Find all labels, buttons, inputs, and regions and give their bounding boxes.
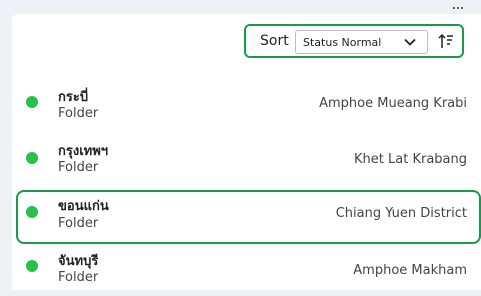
status-dot-icon: [26, 152, 38, 164]
item-name: กระบี่: [58, 90, 89, 105]
item-type: Folder: [58, 106, 99, 121]
list-item[interactable]: จันทบุรี Folder Amphoe Makham: [12, 248, 481, 296]
status-dot-icon: [26, 96, 38, 108]
item-name: ขอนแก่น: [58, 199, 109, 214]
sort-select[interactable]: Status Normal: [295, 30, 428, 54]
item-type: Folder: [58, 160, 99, 175]
more-dots-icon[interactable]: [452, 5, 464, 11]
status-dot-icon: [26, 260, 38, 272]
item-type: Folder: [58, 216, 99, 231]
item-location: Amphoe Makham: [353, 263, 467, 278]
item-location: Amphoe Mueang Krabi: [319, 96, 467, 111]
item-location: Khet Lat Krabang: [354, 152, 467, 167]
item-name: กรุงเทพฯ: [58, 144, 109, 159]
list-item-selected[interactable]: ขอนแก่น Folder Chiang Yuen District: [12, 192, 481, 240]
sort-select-value: Status Normal: [303, 36, 382, 49]
sort-descending-icon[interactable]: [438, 33, 454, 49]
chevron-down-icon: [404, 38, 416, 46]
item-type: Folder: [58, 270, 99, 285]
status-dot-icon: [26, 206, 38, 218]
sort-label: Sort: [260, 33, 289, 49]
item-name: จันทบุรี: [58, 254, 99, 269]
list-item[interactable]: กรุงเทพฯ Folder Khet Lat Krabang: [12, 138, 481, 186]
list-item[interactable]: กระบี่ Folder Amphoe Mueang Krabi: [12, 82, 481, 130]
item-location: Chiang Yuen District: [335, 206, 467, 221]
